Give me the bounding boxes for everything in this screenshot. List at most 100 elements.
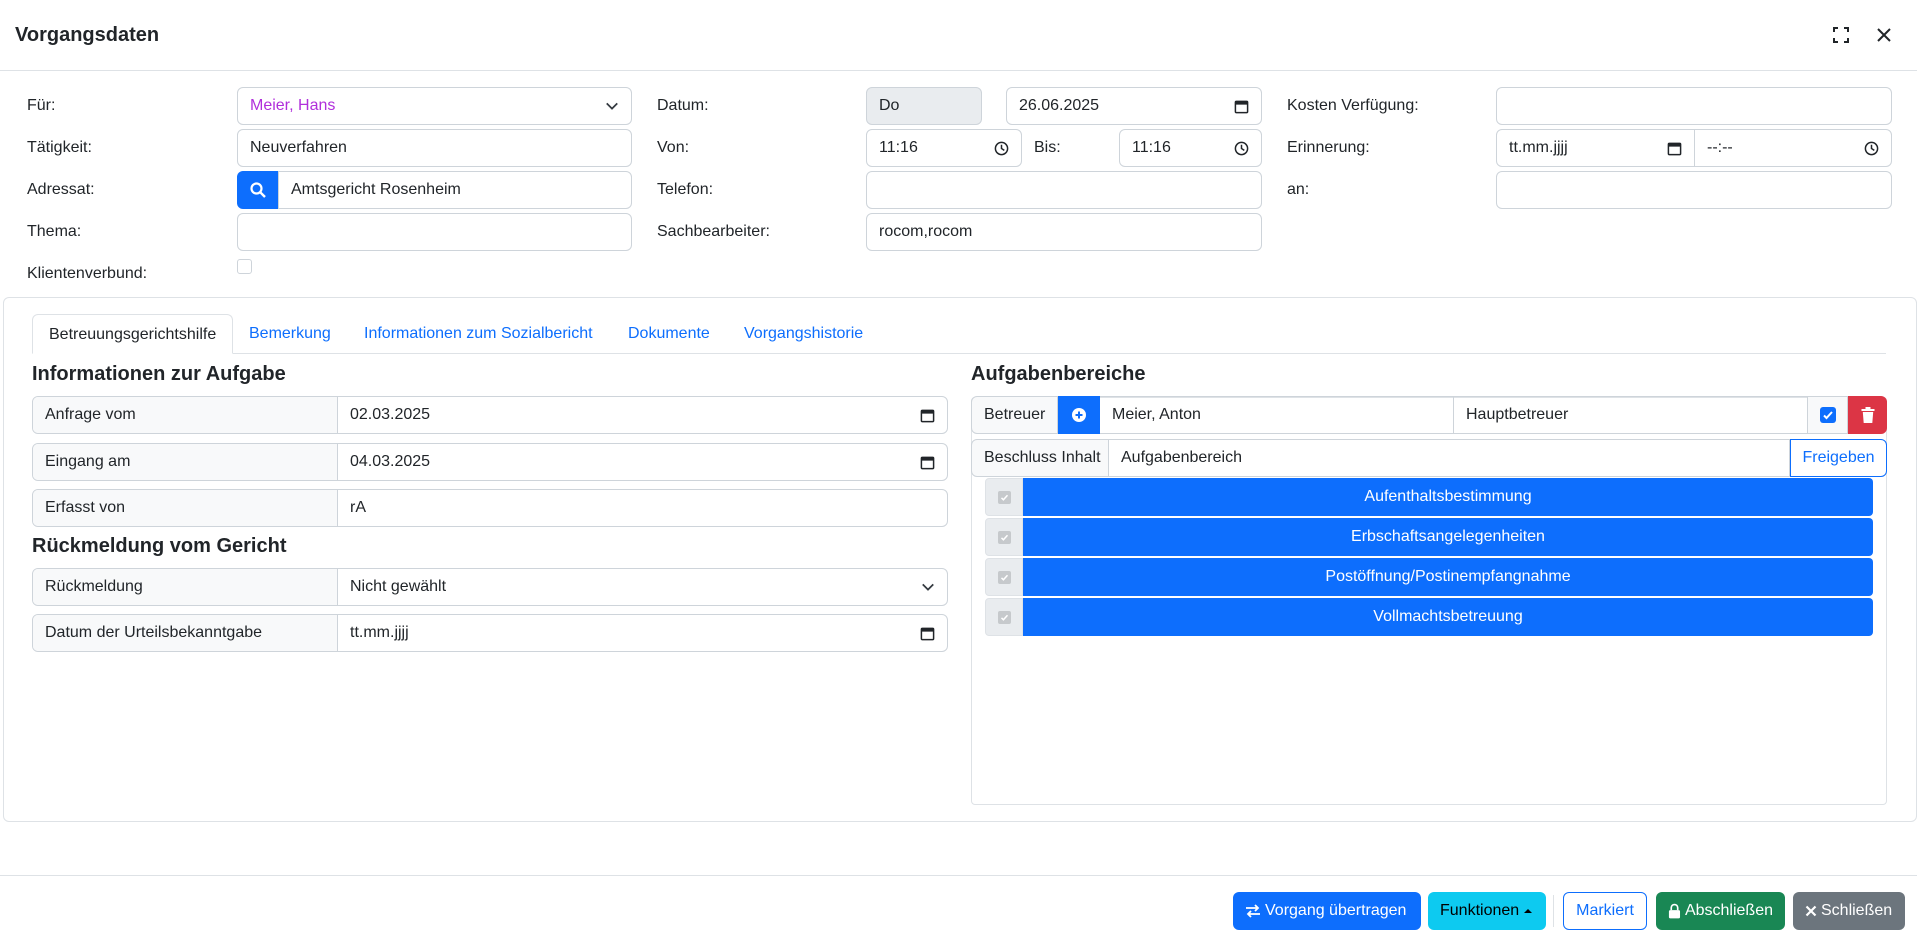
an-input[interactable] [1496, 171, 1892, 209]
betreuer-name-input[interactable]: Meier, Anton [1100, 396, 1454, 434]
tab-dokumente[interactable]: Dokumente [612, 314, 726, 354]
tab-vorgangshistorie[interactable]: Vorgangshistorie [728, 314, 879, 354]
eingang-label: Eingang am [33, 444, 338, 480]
fullscreen-icon[interactable] [1828, 22, 1854, 48]
betreuer-role: Hauptbetreuer [1466, 406, 1569, 423]
lock-icon [1668, 903, 1681, 919]
bis-time-input[interactable]: 11:16 [1119, 129, 1262, 167]
anfrage-date-input[interactable]: 02.03.2025 [338, 397, 947, 433]
calendar-icon[interactable] [920, 455, 935, 470]
funktionen-dropdown-button[interactable]: Funktionen [1428, 892, 1546, 930]
tab-betreuungsgerichtshilfe[interactable]: Betreuungsgerichtshilfe [32, 314, 234, 354]
close-icon[interactable] [1871, 22, 1897, 48]
erfasst-value: rA [350, 499, 366, 516]
thema-input[interactable] [237, 213, 632, 251]
area-aufenthaltsbestimmung[interactable]: Aufenthaltsbestimmung [1023, 478, 1873, 516]
erinnerung-time-value: --:-- [1707, 139, 1733, 156]
area-checkbox[interactable] [985, 558, 1023, 596]
abschliessen-button[interactable]: Abschließen [1656, 892, 1785, 930]
transfer-icon [1246, 904, 1260, 918]
funktionen-label: Funktionen [1440, 902, 1520, 919]
area-checkbox[interactable] [985, 478, 1023, 516]
rueckmeldung-value: Nicht gewählt [350, 578, 447, 595]
area-erbschaftsangelegenheiten[interactable]: Erbschaftsangelegenheiten [1023, 518, 1873, 556]
erinnerung-date-input[interactable]: tt.mm.jjjj [1496, 129, 1695, 167]
close-icon [1805, 905, 1817, 917]
rueckmeldung-group[interactable]: Rückmeldung Nicht gewählt [32, 568, 948, 606]
add-betreuer-button[interactable] [1058, 396, 1100, 434]
sachbearbeiter-value: rocom,rocom [879, 223, 973, 240]
sachbearbeiter-input[interactable]: rocom,rocom [866, 213, 1262, 251]
kosten-label: Kosten Verfügung: [1287, 97, 1419, 114]
telefon-label: Telefon: [657, 181, 714, 198]
aufgabenbereich-input[interactable]: Aufgabenbereich [1109, 439, 1790, 477]
vorgang-uebertragen-button[interactable]: Vorgang übertragen [1233, 892, 1421, 930]
anfrage-group[interactable]: Anfrage vom 02.03.2025 [32, 396, 948, 434]
datum-input[interactable]: 26.06.2025 [1006, 87, 1262, 125]
calendar-icon[interactable] [1667, 141, 1682, 156]
eingang-value: 04.03.2025 [350, 453, 431, 470]
caret-up-icon [1524, 909, 1533, 913]
rueckmeldung-select[interactable]: Nicht gewählt [338, 569, 947, 605]
fuer-select[interactable]: Meier, Hans [237, 87, 632, 125]
calendar-icon[interactable] [920, 408, 935, 423]
an-label: an: [1287, 181, 1310, 198]
datum-label: Datum: [657, 97, 709, 114]
betreuer-checkbox[interactable] [1819, 407, 1836, 423]
rueckmeldung-heading: Rückmeldung vom Gericht [32, 535, 287, 557]
tab-sozialbericht[interactable]: Informationen zum Sozialbericht [348, 314, 609, 354]
erfasst-label: Erfasst von [33, 490, 338, 526]
datum-value: 26.06.2025 [1019, 97, 1100, 114]
taetigkeit-value: Neuverfahren [250, 139, 347, 156]
area-checkbox[interactable] [985, 598, 1023, 636]
erfasst-input[interactable]: rA [338, 490, 947, 526]
urteil-datum-input[interactable]: tt.mm.jjjj [338, 615, 947, 651]
calendar-icon[interactable] [1234, 99, 1249, 114]
datum-weekday: Do [866, 87, 982, 125]
calendar-icon[interactable] [920, 626, 935, 641]
chevron-down-icon [606, 102, 618, 110]
erinnerung-label: Erinnerung: [1287, 139, 1370, 156]
tab-bemerkung[interactable]: Bemerkung [233, 314, 347, 354]
clock-icon[interactable] [994, 141, 1009, 156]
schliessen-button[interactable]: Schließen [1793, 892, 1905, 930]
adressat-input[interactable]: Amtsgericht Rosenheim [278, 171, 632, 209]
erfasst-group[interactable]: Erfasst von rA [32, 489, 948, 527]
anfrage-label: Anfrage vom [33, 397, 338, 433]
taetigkeit-input[interactable]: Neuverfahren [237, 129, 632, 167]
betreuer-row: Betreuer Meier, Anton Hauptbetreuer [971, 396, 1887, 434]
eingang-group[interactable]: Eingang am 04.03.2025 [32, 443, 948, 481]
betreuer-role-input[interactable]: Hauptbetreuer [1454, 396, 1808, 434]
betreuer-label: Betreuer [971, 396, 1058, 434]
datum-weekday-value: Do [879, 97, 900, 114]
list-item: Aufenthaltsbestimmung [985, 478, 1873, 516]
delete-betreuer-button[interactable] [1848, 396, 1887, 434]
abschliessen-label: Abschließen [1684, 902, 1773, 919]
von-value: 11:16 [879, 139, 918, 156]
adressat-search-button[interactable] [237, 171, 279, 209]
area-vollmachtsbetreuung[interactable]: Vollmachtsbetreuung [1023, 598, 1873, 636]
schliessen-label: Schließen [1821, 902, 1893, 919]
erinnerung-time-input[interactable]: --:-- [1694, 129, 1892, 167]
rueckmeldung-label: Rückmeldung [33, 569, 338, 605]
aufgabenbereiche-heading: Aufgabenbereiche [971, 363, 1146, 385]
bis-value: 11:16 [1132, 139, 1171, 156]
list-item: Erbschaftsangelegenheiten [985, 518, 1873, 556]
clock-icon[interactable] [1234, 141, 1249, 156]
list-item: Vollmachtsbetreuung [985, 598, 1873, 636]
markiert-button[interactable]: Markiert [1563, 892, 1647, 930]
search-icon [250, 182, 266, 198]
beschluss-row: Beschluss Inhalt Aufgabenbereich Freigeb… [971, 439, 1887, 477]
klientenverbund-checkbox[interactable] [237, 259, 252, 274]
kosten-input[interactable] [1496, 87, 1892, 125]
eingang-date-input[interactable]: 04.03.2025 [338, 444, 947, 480]
beschluss-label: Beschluss Inhalt [971, 439, 1109, 477]
freigeben-button[interactable]: Freigeben [1790, 439, 1887, 477]
telefon-input[interactable] [866, 171, 1262, 209]
thema-label: Thema: [27, 223, 82, 240]
area-postoeffnung[interactable]: Postöffnung/Postinempfangnahme [1023, 558, 1873, 596]
area-checkbox[interactable] [985, 518, 1023, 556]
clock-icon[interactable] [1864, 141, 1879, 156]
von-time-input[interactable]: 11:16 [866, 129, 1022, 167]
urteil-datum-group[interactable]: Datum der Urteilsbekanntgabe tt.mm.jjjj [32, 614, 948, 652]
